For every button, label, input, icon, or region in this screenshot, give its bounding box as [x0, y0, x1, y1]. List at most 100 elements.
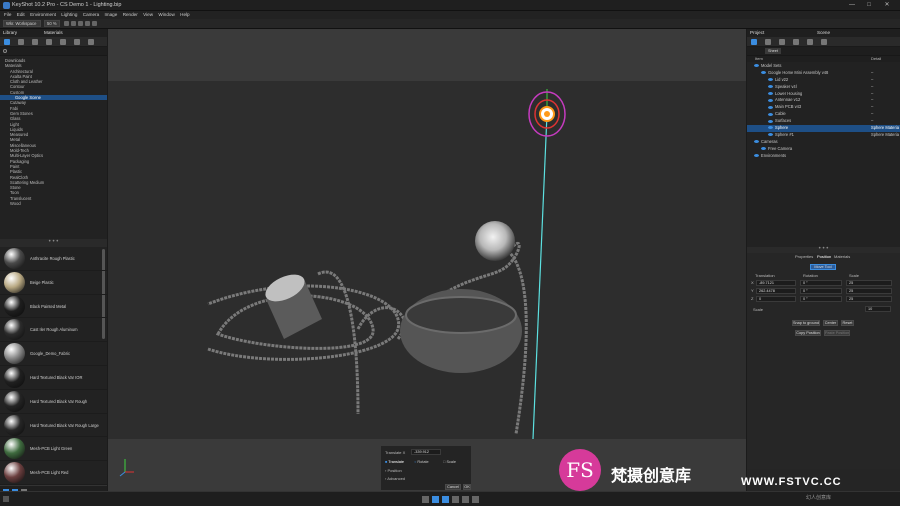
translation-field[interactable]: 0 [756, 296, 796, 302]
scale-mode-button[interactable]: □ Scale [443, 459, 469, 466]
scene-tree-row[interactable]: Environments [747, 153, 900, 160]
center-button[interactable]: Center [823, 320, 838, 326]
material-tab-icon[interactable] [765, 39, 771, 45]
textures-tab-icon[interactable] [32, 39, 38, 45]
visibility-eye-icon[interactable] [768, 105, 773, 109]
scene-tree-row[interactable]: Main PCB v43 – [747, 104, 900, 111]
maximize-button[interactable]: □ [862, 1, 876, 10]
zoom-dropdown[interactable]: 50 % [44, 20, 60, 27]
lighting-tab-icon[interactable] [793, 39, 799, 45]
copy-position-button[interactable]: Copy Position [795, 330, 821, 336]
minimize-button[interactable]: — [845, 1, 859, 10]
scene-tree-row[interactable]: Surfaces – [747, 118, 900, 125]
material-item[interactable]: Cast Iler Rough Aluminum [0, 318, 107, 343]
materials-tab-title[interactable]: Materials [44, 29, 63, 37]
scale-field[interactable]: 25 [846, 296, 892, 302]
materials-tab-icon[interactable] [4, 39, 10, 45]
tab-properties[interactable]: Properties [795, 254, 813, 259]
backplates-tab-icon[interactable] [60, 39, 66, 45]
material-item[interactable]: Mesh-PCB Light Red [0, 461, 107, 485]
scale-field[interactable]: 25 [846, 288, 892, 294]
scene-tree-row[interactable]: Lid v22 – [747, 77, 900, 84]
menu-image[interactable]: Image [105, 11, 118, 19]
performance-icon[interactable] [78, 21, 83, 26]
realtime-viewport[interactable]: Translate X -339.912 ■ Translate ○ Rotat… [108, 29, 746, 491]
cpu-icon[interactable] [85, 21, 90, 26]
menu-render[interactable]: Render [123, 11, 138, 19]
menu-file[interactable]: File [4, 11, 11, 19]
cancel-button[interactable]: Cancel [445, 484, 461, 490]
detail-column-header[interactable]: Detail [871, 56, 881, 61]
advanced-section[interactable]: › Advanced [385, 476, 405, 481]
translate-x-field[interactable]: -339.912 [411, 449, 441, 455]
library-search[interactable] [0, 47, 107, 56]
colors-tab-icon[interactable] [18, 39, 24, 45]
material-item[interactable]: Anthracite Rough Plastic [0, 247, 107, 271]
material-item[interactable]: Google_Demo_Fabric [0, 342, 107, 366]
scene-tree-row[interactable]: Lower Housing – [747, 91, 900, 98]
scene-tab-icon[interactable] [751, 39, 757, 45]
project-toggle-icon[interactable] [442, 496, 449, 503]
material-item[interactable]: Black Painted Metal [0, 295, 107, 319]
snap-to-ground-button[interactable]: Snap to ground [792, 320, 820, 326]
ok-button[interactable]: OK [463, 484, 471, 490]
scene-tree-row[interactable]: Google Home Mini Assembly v48 – [747, 70, 900, 77]
visibility-eye-icon[interactable] [768, 98, 773, 102]
favorites-tab-icon[interactable] [74, 39, 80, 45]
position-section[interactable]: › Position [385, 468, 402, 473]
close-button[interactable]: ✕ [880, 1, 894, 10]
animation-icon[interactable] [452, 496, 459, 503]
menu-help[interactable]: Help [180, 11, 189, 19]
visibility-eye-icon[interactable] [761, 147, 766, 151]
scene-tree-row[interactable]: Cameras [747, 139, 900, 146]
menu-window[interactable]: Window [158, 11, 174, 19]
image-tab-icon[interactable] [821, 39, 827, 45]
cloud-library-icon[interactable] [3, 496, 9, 502]
reset-button[interactable]: Reset [841, 320, 854, 326]
menu-environment[interactable]: Environment [30, 11, 56, 19]
rotation-field[interactable]: 0 ° [800, 280, 842, 286]
move-tool-button[interactable]: Move Tool [810, 264, 836, 270]
environments-tab-icon[interactable] [46, 39, 52, 45]
scene-tree-row[interactable]: Model Sets [747, 63, 900, 70]
tab-position[interactable]: Position [817, 254, 831, 259]
translation-field[interactable]: -89.7121 [756, 280, 796, 286]
render-icon[interactable] [472, 496, 479, 503]
scene-tree-row[interactable]: Free Camera [747, 146, 900, 153]
models-tab-icon[interactable] [88, 39, 94, 45]
visibility-eye-icon[interactable] [768, 78, 773, 82]
rotation-field[interactable]: 0 ° [800, 296, 842, 302]
menu-view[interactable]: View [143, 11, 153, 19]
rotation-field[interactable]: 0 ° [800, 288, 842, 294]
material-item[interactable]: Hard Textured Black Var IOR [0, 366, 107, 390]
visibility-eye-icon[interactable] [754, 64, 759, 68]
library-folder-item[interactable]: Wood [0, 201, 107, 206]
material-item[interactable]: Mesh-PCB Light Green [0, 437, 107, 462]
environment-tab-icon[interactable] [779, 39, 785, 45]
visibility-eye-icon[interactable] [768, 126, 773, 130]
gpu-icon[interactable] [92, 21, 97, 26]
visibility-eye-icon[interactable] [768, 85, 773, 89]
render-mode-icon[interactable] [71, 21, 76, 26]
visibility-eye-icon[interactable] [768, 112, 773, 116]
uniform-scale-field[interactable]: 10 [865, 306, 891, 312]
scene-tree-row[interactable]: Sphere #1 Sphere Materia [747, 132, 900, 139]
material-item[interactable]: Hard Textured Black Var Rough [0, 390, 107, 414]
library-toggle-icon[interactable] [432, 496, 439, 503]
import-icon[interactable] [422, 496, 429, 503]
translate-mode-button[interactable]: ■ Translate [385, 459, 413, 466]
pause-icon[interactable] [64, 21, 69, 26]
visibility-eye-icon[interactable] [768, 133, 773, 137]
menu-camera[interactable]: Camera [83, 11, 99, 19]
material-item[interactable]: Hard Textured Black Var Rough Large [0, 414, 107, 438]
menu-edit[interactable]: Edit [17, 11, 25, 19]
scene-tree-row[interactable]: Sphere Sphere Materia [747, 125, 900, 132]
visibility-eye-icon[interactable] [754, 140, 759, 144]
tab-materials[interactable]: Materials [834, 254, 850, 259]
camera-tab-icon[interactable] [807, 39, 813, 45]
scene-tree-row[interactable]: Antennae v12 – [747, 97, 900, 104]
material-item[interactable]: Beige Plastic [0, 271, 107, 295]
visibility-eye-icon[interactable] [768, 119, 773, 123]
scale-field[interactable]: 25 [846, 280, 892, 286]
item-column-header[interactable]: Item [755, 56, 763, 61]
